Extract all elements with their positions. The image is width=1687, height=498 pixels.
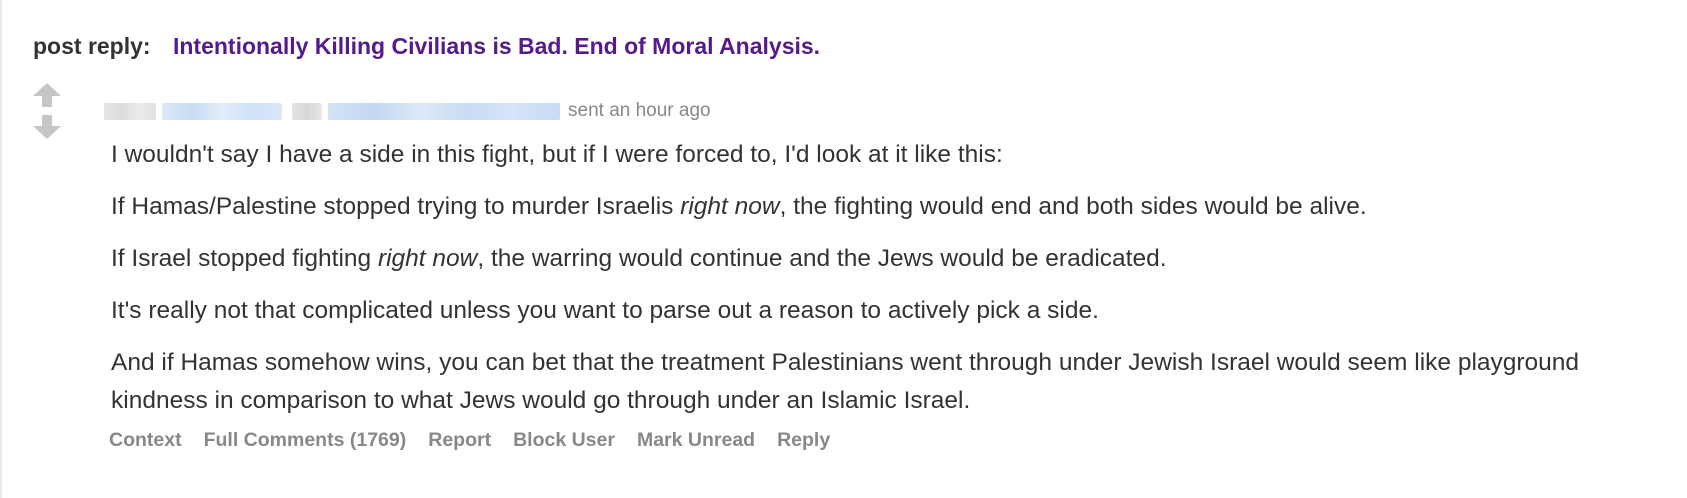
mark-unread-link[interactable]: Mark Unread: [637, 429, 755, 452]
message-item: post reply: Intentionally Killing Civili…: [0, 0, 1687, 498]
comment-paragraph: I wouldn't say I have a side in this fig…: [111, 141, 1003, 168]
redacted-username: [104, 102, 156, 120]
redacted-username-link: [162, 102, 282, 120]
reply-link[interactable]: Reply: [777, 429, 830, 452]
comment-paragraph: It's really not that complicated unless …: [111, 297, 1099, 324]
comment-paragraph: If Hamas/Palestine stopped trying to mur…: [111, 188, 1671, 226]
comment-text: If Hamas/Palestine stopped trying to mur…: [111, 193, 681, 220]
comment-paragraph: And if Hamas somehow wins, you can bet t…: [111, 349, 1580, 414]
redacted-via: [292, 102, 322, 120]
post-reply-header: post reply: Intentionally Killing Civili…: [33, 33, 820, 60]
comment-body: I wouldn't say I have a side in this fig…: [111, 136, 1671, 434]
comment-text: , the fighting would end and both sides …: [779, 193, 1367, 220]
report-link[interactable]: Report: [428, 429, 491, 452]
comment-emphasis: right now: [680, 193, 780, 220]
block-user-link[interactable]: Block User: [513, 429, 615, 452]
message-meta: sent an hour ago: [104, 99, 711, 123]
comment-emphasis: right now: [377, 245, 478, 272]
comment-paragraph: If Israel stopped fighting right now, th…: [111, 240, 1671, 278]
sent-time: sent an hour ago: [568, 100, 711, 121]
comment-text: , the warring would continue and the Jew…: [477, 245, 1167, 272]
left-border: [0, 0, 2, 498]
redacted-subreddit-link: [328, 102, 560, 120]
full-comments-link[interactable]: Full Comments (1769): [204, 429, 407, 452]
arrow-down-icon[interactable]: [32, 114, 62, 140]
post-reply-label: post reply:: [33, 33, 151, 59]
vote-controls: [30, 82, 64, 140]
arrow-up-icon[interactable]: [32, 82, 62, 108]
comment-text: If Israel stopped fighting: [111, 245, 378, 272]
action-links: Context Full Comments (1769) Report Bloc…: [109, 429, 852, 452]
context-link[interactable]: Context: [109, 429, 182, 452]
post-title-link[interactable]: Intentionally Killing Civilians is Bad. …: [173, 33, 820, 59]
